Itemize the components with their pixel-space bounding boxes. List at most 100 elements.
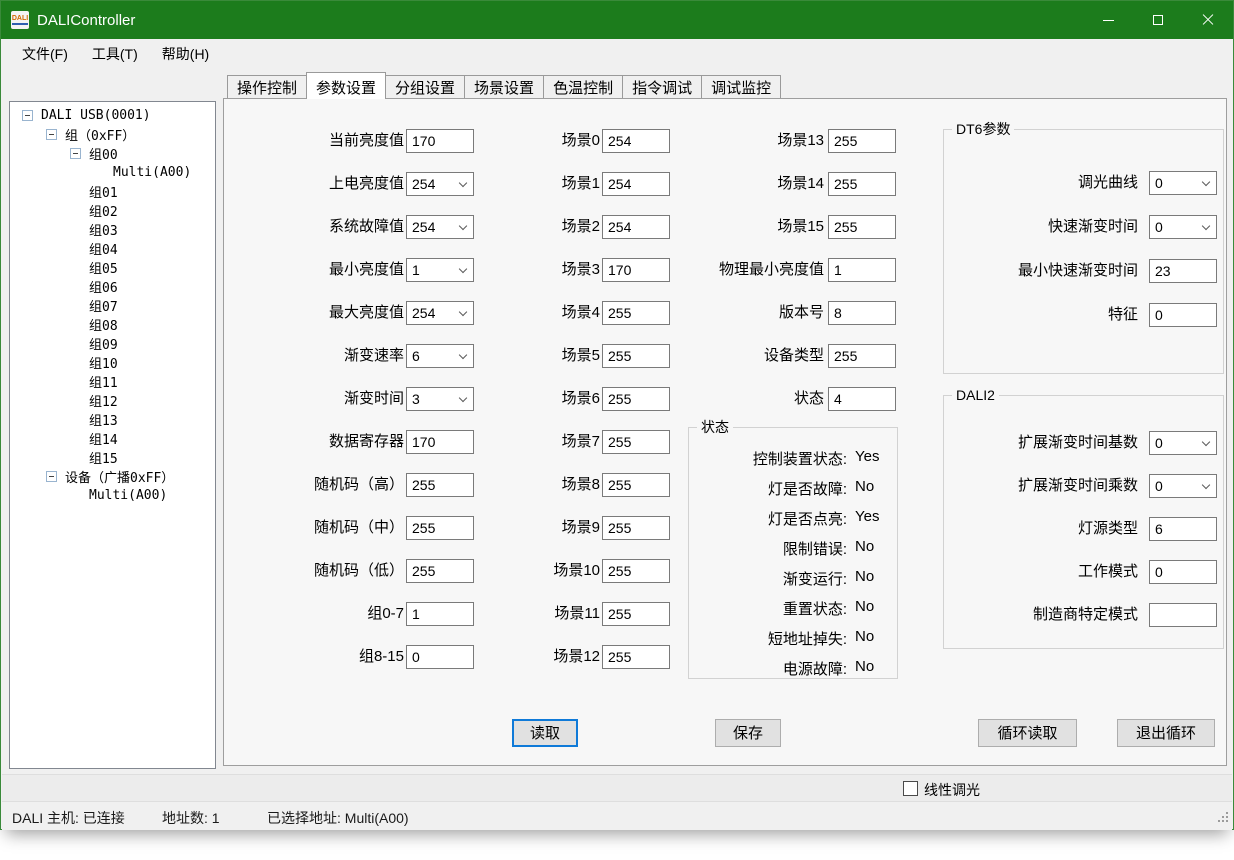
param-combobox[interactable]: 1 [406,258,474,282]
param-combobox[interactable]: 3 [406,387,474,411]
statusbar: DALI 主机: 已连接 地址数: 1 已选择地址: Multi(A00) [2,802,1232,830]
tree-item[interactable]: 组12 [10,391,215,410]
tab-1[interactable]: 参数设置 [306,72,386,99]
close-button[interactable] [1183,1,1233,39]
scene-input[interactable] [602,473,670,497]
tree-expander-icon[interactable] [22,110,33,121]
param3-input[interactable] [828,215,896,239]
param3-input[interactable] [828,344,896,368]
tree-expander-icon[interactable] [46,129,57,140]
minimize-button[interactable] [1083,1,1133,39]
tree-item[interactable]: 组14 [10,429,215,448]
scene-label: 场景0 [482,131,600,151]
tab-4[interactable]: 色温控制 [543,75,623,98]
read-button[interactable]: 读取 [512,719,578,747]
tree-item-label: 组07 [89,296,118,315]
save-button[interactable]: 保存 [715,719,781,747]
dali2-label: 灯源类型 [944,519,1138,539]
dali2-input[interactable] [1149,517,1217,541]
exit-loop-button[interactable]: 退出循环 [1117,719,1215,747]
scene-input[interactable] [602,430,670,454]
param-input[interactable] [406,602,474,626]
tree-item[interactable]: 组（0xFF） [10,125,215,144]
tree-item-label: 组10 [89,353,118,372]
scene-label: 场景1 [482,174,600,194]
tree-item[interactable]: 组15 [10,448,215,467]
scene-input[interactable] [602,559,670,583]
tab-2[interactable]: 分组设置 [385,75,465,98]
dali2-label: 扩展渐变时间乘数 [944,476,1138,496]
dali2-input[interactable] [1149,560,1217,584]
tree-item[interactable]: 组07 [10,296,215,315]
param-input[interactable] [406,129,474,153]
menu-item-1[interactable]: 工具(T) [80,39,150,69]
menu-item-0[interactable]: 文件(F) [10,39,80,69]
param-combobox-value: 254 [412,219,435,235]
tab-5[interactable]: 指令调试 [622,75,702,98]
tree-item[interactable]: 设备（广播0xFF） [10,467,215,486]
tab-6[interactable]: 调试监控 [701,75,781,98]
tree-expander-icon[interactable] [46,471,57,482]
param-label: 系统故障值 [232,217,404,237]
param-input[interactable] [406,430,474,454]
tree-item[interactable]: 组06 [10,277,215,296]
tree-item[interactable]: DALI USB(0001) [10,106,215,125]
tree-item-label: 组00 [89,144,118,163]
param3-input[interactable] [828,387,896,411]
param-combobox[interactable]: 6 [406,344,474,368]
param3-input[interactable] [828,301,896,325]
tree-item[interactable]: Multi(A00) [10,163,215,182]
dt6-input[interactable] [1149,303,1217,327]
tree-item-label: 组（0xFF） [65,125,135,144]
tree-item[interactable]: 组01 [10,182,215,201]
tree-item-label: 组03 [89,220,118,239]
linear-dimming-checkbox[interactable] [903,781,918,796]
tree-item[interactable]: Multi(A00) [10,486,215,505]
tree-expander-icon[interactable] [70,148,81,159]
dt6-input[interactable] [1149,259,1217,283]
loop-read-button[interactable]: 循环读取 [978,719,1077,747]
param3-label: 场景15 [644,217,824,237]
tree-item[interactable]: 组05 [10,258,215,277]
dt6-combobox[interactable]: 0 [1149,171,1217,195]
param-combobox[interactable]: 254 [406,215,474,239]
tree-item[interactable]: 组11 [10,372,215,391]
tree-item[interactable]: 组02 [10,201,215,220]
param3-input[interactable] [828,172,896,196]
dali2-input[interactable] [1149,603,1217,627]
tree-item[interactable]: 组08 [10,315,215,334]
dt6-combobox[interactable]: 0 [1149,215,1217,239]
dt6-label: 最小快速渐变时间 [944,261,1138,281]
param-input[interactable] [406,516,474,540]
tab-0[interactable]: 操作控制 [227,75,307,98]
param3-input[interactable] [828,258,896,282]
scene-input[interactable] [602,602,670,626]
dali2-combobox[interactable]: 0 [1149,431,1217,455]
dali2-combobox[interactable]: 0 [1149,474,1217,498]
param-input[interactable] [406,559,474,583]
scene-input[interactable] [602,516,670,540]
maximize-button[interactable] [1133,1,1183,39]
scene-label: 场景9 [482,518,600,538]
param3-input[interactable] [828,129,896,153]
param-label: 最大亮度值 [232,303,404,323]
tree-item[interactable]: 组04 [10,239,215,258]
param3-label: 版本号 [644,303,824,323]
tree-item[interactable]: 组09 [10,334,215,353]
tab-3[interactable]: 场景设置 [464,75,544,98]
param-combobox-value: 1 [412,262,420,278]
param-combobox[interactable]: 254 [406,172,474,196]
param-combobox[interactable]: 254 [406,301,474,325]
status-host: DALI 主机: 已连接 [12,808,125,828]
tree-item[interactable]: 组03 [10,220,215,239]
tree-item[interactable]: 组13 [10,410,215,429]
tree-item[interactable]: 组10 [10,353,215,372]
resize-grip[interactable] [1218,820,1220,822]
menu-item-2[interactable]: 帮助(H) [150,39,221,69]
scene-input[interactable] [602,645,670,669]
chevron-down-icon [1202,481,1210,489]
tree-item[interactable]: 组00 [10,144,215,163]
param-label: 随机码（中） [232,518,404,538]
param-input[interactable] [406,645,474,669]
param-input[interactable] [406,473,474,497]
